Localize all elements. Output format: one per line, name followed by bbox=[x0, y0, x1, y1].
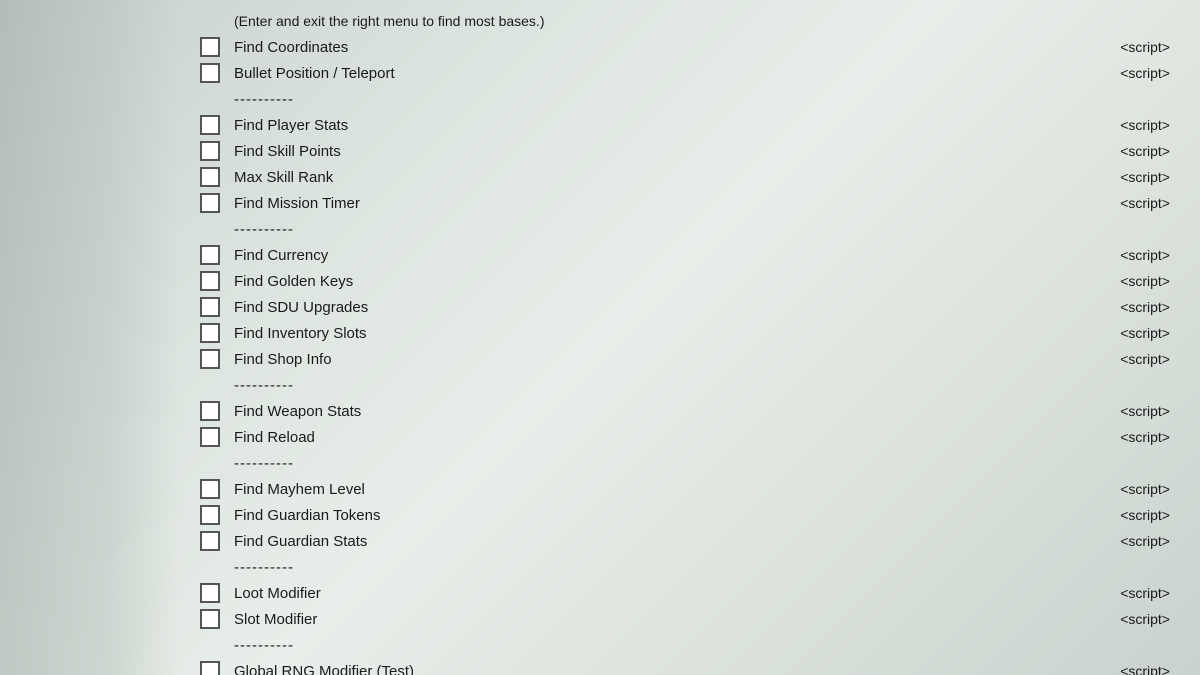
item-script: <script> bbox=[1090, 169, 1170, 185]
list-item: Find Mission Timer<script> bbox=[200, 190, 1180, 216]
item-script: <script> bbox=[1090, 481, 1170, 497]
item-label: Find Shop Info bbox=[234, 351, 1090, 368]
item-script: <script> bbox=[1090, 195, 1170, 211]
item-script: <script> bbox=[1090, 65, 1170, 81]
list-item: Find Currency<script> bbox=[200, 242, 1180, 268]
item-checkbox[interactable] bbox=[200, 583, 220, 603]
item-checkbox[interactable] bbox=[200, 141, 220, 161]
list-item: Bullet Position / Teleport<script> bbox=[200, 60, 1180, 86]
item-label: Find Skill Points bbox=[234, 143, 1090, 160]
item-label: Find Mission Timer bbox=[234, 195, 1090, 212]
separator: ---------- bbox=[234, 377, 294, 394]
item-label: Max Skill Rank bbox=[234, 169, 1090, 186]
separator: ---------- bbox=[234, 637, 294, 654]
separator: ---------- bbox=[234, 221, 294, 238]
list-item: Find Golden Keys<script> bbox=[200, 268, 1180, 294]
item-script: <script> bbox=[1090, 351, 1170, 367]
list-item: ---------- bbox=[200, 216, 1180, 242]
item-checkbox[interactable] bbox=[200, 661, 220, 675]
list-item: Find Skill Points<script> bbox=[200, 138, 1180, 164]
note-text: (Enter and exit the right menu to find m… bbox=[234, 13, 545, 29]
item-label: Find Reload bbox=[234, 429, 1090, 446]
left-sidebar bbox=[0, 0, 180, 675]
item-checkbox[interactable] bbox=[200, 479, 220, 499]
list-item: Loot Modifier<script> bbox=[200, 580, 1180, 606]
item-label: Find SDU Upgrades bbox=[234, 299, 1090, 316]
content-area: (Enter and exit the right menu to find m… bbox=[180, 0, 1200, 675]
item-checkbox[interactable] bbox=[200, 323, 220, 343]
item-script: <script> bbox=[1090, 403, 1170, 419]
list-item: Slot Modifier<script> bbox=[200, 606, 1180, 632]
item-checkbox[interactable] bbox=[200, 297, 220, 317]
list-item: Find Coordinates<script> bbox=[200, 34, 1180, 60]
list-item: Find Mayhem Level<script> bbox=[200, 476, 1180, 502]
item-label: Find Inventory Slots bbox=[234, 325, 1090, 342]
item-checkbox[interactable] bbox=[200, 193, 220, 213]
item-label: Find Mayhem Level bbox=[234, 481, 1090, 498]
list-item: Find Guardian Tokens<script> bbox=[200, 502, 1180, 528]
item-checkbox[interactable] bbox=[200, 115, 220, 135]
item-script: <script> bbox=[1090, 273, 1170, 289]
item-checkbox[interactable] bbox=[200, 349, 220, 369]
item-label: Find Weapon Stats bbox=[234, 403, 1090, 420]
separator: ---------- bbox=[234, 91, 294, 108]
list-item: ---------- bbox=[200, 554, 1180, 580]
item-label: Bullet Position / Teleport bbox=[234, 65, 1090, 82]
item-checkbox[interactable] bbox=[200, 609, 220, 629]
separator: ---------- bbox=[234, 559, 294, 576]
list-item: Find SDU Upgrades<script> bbox=[200, 294, 1180, 320]
item-script: <script> bbox=[1090, 429, 1170, 445]
item-checkbox[interactable] bbox=[200, 427, 220, 447]
list-item: ---------- bbox=[200, 372, 1180, 398]
item-script: <script> bbox=[1090, 663, 1170, 675]
item-checkbox[interactable] bbox=[200, 271, 220, 291]
item-label: Find Currency bbox=[234, 247, 1090, 264]
list-item: Global RNG Modifier (Test)<script> bbox=[200, 658, 1180, 675]
item-script: <script> bbox=[1090, 117, 1170, 133]
item-label: Find Golden Keys bbox=[234, 273, 1090, 290]
list-item: Find Player Stats<script> bbox=[200, 112, 1180, 138]
list-item: (Enter and exit the right menu to find m… bbox=[200, 8, 1180, 34]
list-item: ---------- bbox=[200, 450, 1180, 476]
item-label: Find Guardian Tokens bbox=[234, 507, 1090, 524]
item-script: <script> bbox=[1090, 39, 1170, 55]
item-script: <script> bbox=[1090, 611, 1170, 627]
item-script: <script> bbox=[1090, 299, 1170, 315]
item-label: Global RNG Modifier (Test) bbox=[234, 663, 1090, 675]
item-script: <script> bbox=[1090, 143, 1170, 159]
item-script: <script> bbox=[1090, 533, 1170, 549]
item-label: Find Player Stats bbox=[234, 117, 1090, 134]
list-item: Find Reload<script> bbox=[200, 424, 1180, 450]
item-script: <script> bbox=[1090, 507, 1170, 523]
item-label: Find Guardian Stats bbox=[234, 533, 1090, 550]
list-item: ---------- bbox=[200, 632, 1180, 658]
item-checkbox[interactable] bbox=[200, 167, 220, 187]
item-script: <script> bbox=[1090, 585, 1170, 601]
separator: ---------- bbox=[234, 455, 294, 472]
item-script: <script> bbox=[1090, 247, 1170, 263]
list-item: Find Weapon Stats<script> bbox=[200, 398, 1180, 424]
item-label: Find Coordinates bbox=[234, 39, 1090, 56]
item-label: Slot Modifier bbox=[234, 611, 1090, 628]
item-checkbox[interactable] bbox=[200, 505, 220, 525]
item-checkbox[interactable] bbox=[200, 63, 220, 83]
item-checkbox[interactable] bbox=[200, 531, 220, 551]
item-script: <script> bbox=[1090, 325, 1170, 341]
item-checkbox[interactable] bbox=[200, 401, 220, 421]
item-label: Loot Modifier bbox=[234, 585, 1090, 602]
item-checkbox[interactable] bbox=[200, 37, 220, 57]
list-item: Find Shop Info<script> bbox=[200, 346, 1180, 372]
list-item: Find Inventory Slots<script> bbox=[200, 320, 1180, 346]
list-item: Find Guardian Stats<script> bbox=[200, 528, 1180, 554]
item-checkbox[interactable] bbox=[200, 245, 220, 265]
list-item: ---------- bbox=[200, 86, 1180, 112]
list-item: Max Skill Rank<script> bbox=[200, 164, 1180, 190]
